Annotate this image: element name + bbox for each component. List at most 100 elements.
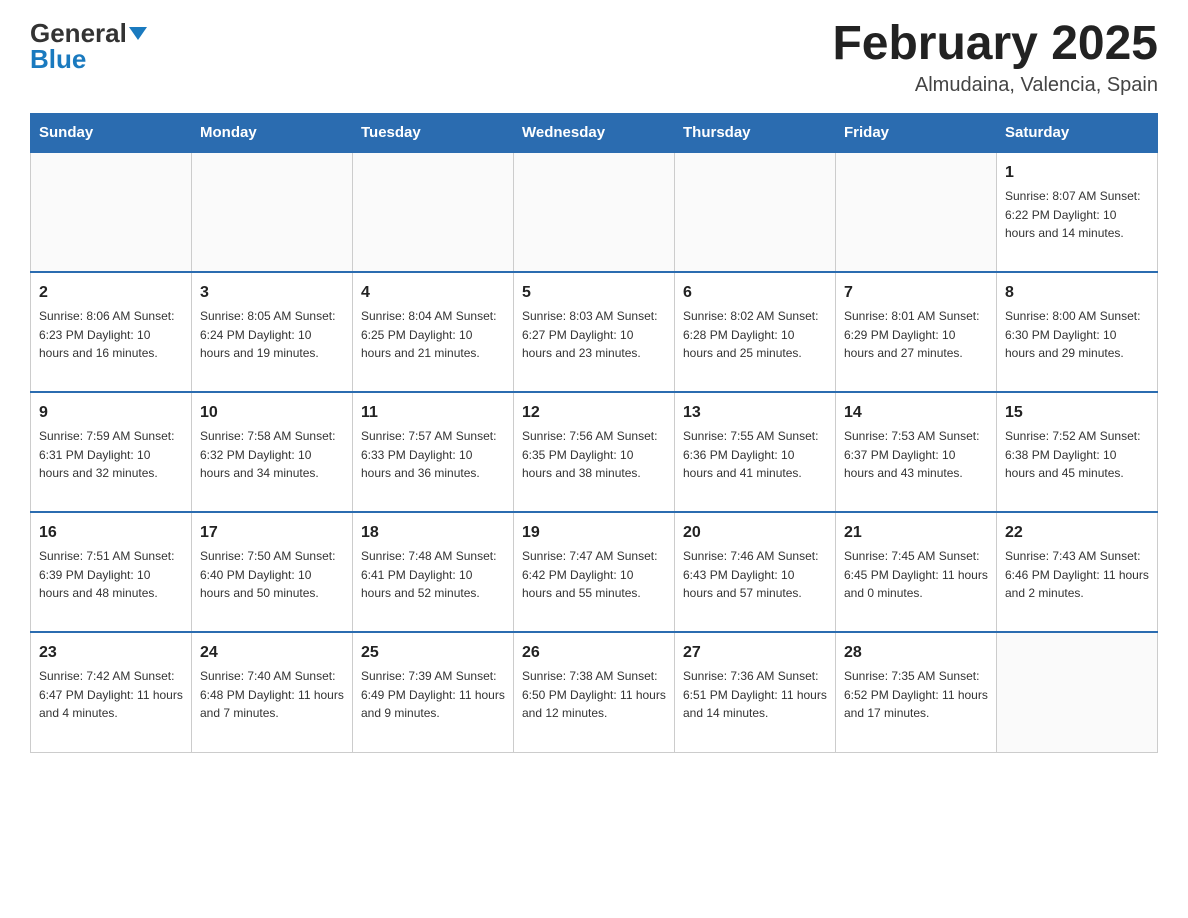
calendar-day-cell: 16Sunrise: 7:51 AM Sunset: 6:39 PM Dayli… <box>31 512 192 632</box>
calendar-day-cell: 2Sunrise: 8:06 AM Sunset: 6:23 PM Daylig… <box>31 272 192 392</box>
day-number: 8 <box>1005 281 1149 305</box>
calendar-day-cell: 3Sunrise: 8:05 AM Sunset: 6:24 PM Daylig… <box>192 272 353 392</box>
column-header-wednesday: Wednesday <box>514 114 675 153</box>
day-info: Sunrise: 7:48 AM Sunset: 6:41 PM Dayligh… <box>361 547 505 603</box>
day-number: 20 <box>683 521 827 545</box>
day-info: Sunrise: 7:36 AM Sunset: 6:51 PM Dayligh… <box>683 667 827 723</box>
column-header-saturday: Saturday <box>997 114 1158 153</box>
day-info: Sunrise: 7:43 AM Sunset: 6:46 PM Dayligh… <box>1005 547 1149 603</box>
day-info: Sunrise: 7:39 AM Sunset: 6:49 PM Dayligh… <box>361 667 505 723</box>
calendar-day-cell: 20Sunrise: 7:46 AM Sunset: 6:43 PM Dayli… <box>675 512 836 632</box>
calendar-week-row: 23Sunrise: 7:42 AM Sunset: 6:47 PM Dayli… <box>31 632 1158 752</box>
calendar-day-cell: 24Sunrise: 7:40 AM Sunset: 6:48 PM Dayli… <box>192 632 353 752</box>
day-info: Sunrise: 7:52 AM Sunset: 6:38 PM Dayligh… <box>1005 427 1149 483</box>
calendar-day-cell: 13Sunrise: 7:55 AM Sunset: 6:36 PM Dayli… <box>675 392 836 512</box>
calendar-day-cell: 22Sunrise: 7:43 AM Sunset: 6:46 PM Dayli… <box>997 512 1158 632</box>
calendar-day-cell: 11Sunrise: 7:57 AM Sunset: 6:33 PM Dayli… <box>353 392 514 512</box>
day-number: 26 <box>522 641 666 665</box>
calendar-day-cell: 23Sunrise: 7:42 AM Sunset: 6:47 PM Dayli… <box>31 632 192 752</box>
day-info: Sunrise: 7:56 AM Sunset: 6:35 PM Dayligh… <box>522 427 666 483</box>
column-header-friday: Friday <box>836 114 997 153</box>
calendar-day-cell: 25Sunrise: 7:39 AM Sunset: 6:49 PM Dayli… <box>353 632 514 752</box>
calendar-week-row: 2Sunrise: 8:06 AM Sunset: 6:23 PM Daylig… <box>31 272 1158 392</box>
calendar-day-cell: 15Sunrise: 7:52 AM Sunset: 6:38 PM Dayli… <box>997 392 1158 512</box>
day-info: Sunrise: 7:57 AM Sunset: 6:33 PM Dayligh… <box>361 427 505 483</box>
day-number: 19 <box>522 521 666 545</box>
day-info: Sunrise: 8:00 AM Sunset: 6:30 PM Dayligh… <box>1005 307 1149 363</box>
calendar-day-cell <box>675 152 836 272</box>
calendar-day-cell: 21Sunrise: 7:45 AM Sunset: 6:45 PM Dayli… <box>836 512 997 632</box>
day-number: 12 <box>522 401 666 425</box>
calendar-day-cell <box>836 152 997 272</box>
day-number: 1 <box>1005 161 1149 185</box>
calendar-day-cell: 4Sunrise: 8:04 AM Sunset: 6:25 PM Daylig… <box>353 272 514 392</box>
logo-blue: Blue <box>30 44 86 74</box>
day-info: Sunrise: 7:51 AM Sunset: 6:39 PM Dayligh… <box>39 547 183 603</box>
calendar-table: SundayMondayTuesdayWednesdayThursdayFrid… <box>30 113 1158 753</box>
calendar-week-row: 1Sunrise: 8:07 AM Sunset: 6:22 PM Daylig… <box>31 152 1158 272</box>
day-number: 24 <box>200 641 344 665</box>
calendar-day-cell: 7Sunrise: 8:01 AM Sunset: 6:29 PM Daylig… <box>836 272 997 392</box>
calendar-day-cell: 12Sunrise: 7:56 AM Sunset: 6:35 PM Dayli… <box>514 392 675 512</box>
calendar-day-cell: 6Sunrise: 8:02 AM Sunset: 6:28 PM Daylig… <box>675 272 836 392</box>
calendar-day-cell: 1Sunrise: 8:07 AM Sunset: 6:22 PM Daylig… <box>997 152 1158 272</box>
calendar-header-row: SundayMondayTuesdayWednesdayThursdayFrid… <box>31 114 1158 153</box>
day-number: 21 <box>844 521 988 545</box>
column-header-monday: Monday <box>192 114 353 153</box>
month-title: February 2025 <box>832 20 1158 68</box>
calendar-day-cell: 27Sunrise: 7:36 AM Sunset: 6:51 PM Dayli… <box>675 632 836 752</box>
calendar-day-cell <box>31 152 192 272</box>
day-info: Sunrise: 7:55 AM Sunset: 6:36 PM Dayligh… <box>683 427 827 483</box>
day-number: 25 <box>361 641 505 665</box>
day-number: 17 <box>200 521 344 545</box>
day-info: Sunrise: 7:40 AM Sunset: 6:48 PM Dayligh… <box>200 667 344 723</box>
day-info: Sunrise: 7:45 AM Sunset: 6:45 PM Dayligh… <box>844 547 988 603</box>
day-info: Sunrise: 7:59 AM Sunset: 6:31 PM Dayligh… <box>39 427 183 483</box>
day-number: 13 <box>683 401 827 425</box>
day-info: Sunrise: 8:02 AM Sunset: 6:28 PM Dayligh… <box>683 307 827 363</box>
calendar-day-cell: 17Sunrise: 7:50 AM Sunset: 6:40 PM Dayli… <box>192 512 353 632</box>
calendar-day-cell <box>192 152 353 272</box>
calendar-week-row: 9Sunrise: 7:59 AM Sunset: 6:31 PM Daylig… <box>31 392 1158 512</box>
calendar-day-cell: 28Sunrise: 7:35 AM Sunset: 6:52 PM Dayli… <box>836 632 997 752</box>
day-info: Sunrise: 7:38 AM Sunset: 6:50 PM Dayligh… <box>522 667 666 723</box>
day-info: Sunrise: 8:04 AM Sunset: 6:25 PM Dayligh… <box>361 307 505 363</box>
page-header: General Blue February 2025 Almudaina, Va… <box>30 20 1158 97</box>
day-number: 10 <box>200 401 344 425</box>
day-info: Sunrise: 7:58 AM Sunset: 6:32 PM Dayligh… <box>200 427 344 483</box>
calendar-day-cell: 19Sunrise: 7:47 AM Sunset: 6:42 PM Dayli… <box>514 512 675 632</box>
calendar-day-cell: 5Sunrise: 8:03 AM Sunset: 6:27 PM Daylig… <box>514 272 675 392</box>
header-title-block: February 2025 Almudaina, Valencia, Spain <box>832 20 1158 97</box>
day-number: 14 <box>844 401 988 425</box>
day-number: 18 <box>361 521 505 545</box>
calendar-day-cell <box>997 632 1158 752</box>
calendar-day-cell: 8Sunrise: 8:00 AM Sunset: 6:30 PM Daylig… <box>997 272 1158 392</box>
day-number: 22 <box>1005 521 1149 545</box>
day-info: Sunrise: 8:07 AM Sunset: 6:22 PM Dayligh… <box>1005 187 1149 243</box>
day-info: Sunrise: 8:05 AM Sunset: 6:24 PM Dayligh… <box>200 307 344 363</box>
day-number: 15 <box>1005 401 1149 425</box>
day-number: 3 <box>200 281 344 305</box>
day-number: 11 <box>361 401 505 425</box>
day-info: Sunrise: 7:53 AM Sunset: 6:37 PM Dayligh… <box>844 427 988 483</box>
calendar-day-cell: 26Sunrise: 7:38 AM Sunset: 6:50 PM Dayli… <box>514 632 675 752</box>
logo-triangle-icon <box>129 27 147 40</box>
day-number: 28 <box>844 641 988 665</box>
column-header-sunday: Sunday <box>31 114 192 153</box>
day-info: Sunrise: 7:50 AM Sunset: 6:40 PM Dayligh… <box>200 547 344 603</box>
calendar-day-cell <box>514 152 675 272</box>
day-number: 2 <box>39 281 183 305</box>
day-number: 9 <box>39 401 183 425</box>
calendar-day-cell: 18Sunrise: 7:48 AM Sunset: 6:41 PM Dayli… <box>353 512 514 632</box>
day-number: 7 <box>844 281 988 305</box>
calendar-day-cell <box>353 152 514 272</box>
day-info: Sunrise: 7:42 AM Sunset: 6:47 PM Dayligh… <box>39 667 183 723</box>
day-info: Sunrise: 7:46 AM Sunset: 6:43 PM Dayligh… <box>683 547 827 603</box>
day-info: Sunrise: 8:03 AM Sunset: 6:27 PM Dayligh… <box>522 307 666 363</box>
calendar-week-row: 16Sunrise: 7:51 AM Sunset: 6:39 PM Dayli… <box>31 512 1158 632</box>
day-info: Sunrise: 8:01 AM Sunset: 6:29 PM Dayligh… <box>844 307 988 363</box>
day-number: 5 <box>522 281 666 305</box>
logo: General Blue <box>30 20 147 72</box>
location-subtitle: Almudaina, Valencia, Spain <box>832 74 1158 97</box>
day-number: 6 <box>683 281 827 305</box>
